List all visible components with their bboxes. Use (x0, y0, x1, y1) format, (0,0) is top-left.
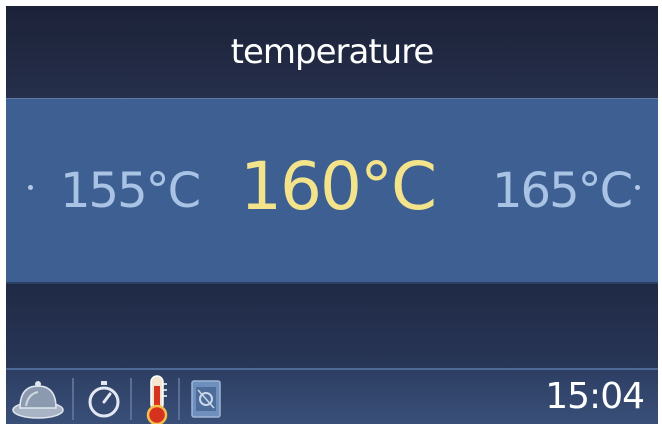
oven-display: temperature 155°C 160°C 165°C 15:04 (6, 6, 658, 424)
temperature-option-previous[interactable]: 155°C (60, 161, 201, 221)
clock-display: 15:04 (545, 376, 645, 417)
header-bar: temperature (6, 6, 658, 98)
oven-dish-icon[interactable] (10, 376, 66, 422)
status-divider (178, 378, 180, 420)
page-title: temperature (230, 32, 435, 72)
scroll-right-indicator-icon (635, 185, 640, 190)
program-icon[interactable] (188, 378, 224, 420)
status-divider (130, 378, 132, 420)
thermometer-icon[interactable] (140, 374, 174, 424)
info-area (6, 284, 658, 368)
status-bar: 15:04 (6, 368, 658, 424)
timer-icon[interactable] (84, 378, 124, 420)
scroll-left-indicator-icon (28, 185, 33, 190)
temperature-option-next[interactable]: 165°C (492, 161, 633, 221)
temperature-current-value[interactable]: 160°C (240, 145, 437, 229)
temperature-selector[interactable]: 155°C 160°C 165°C (6, 98, 658, 284)
status-divider (72, 378, 74, 420)
